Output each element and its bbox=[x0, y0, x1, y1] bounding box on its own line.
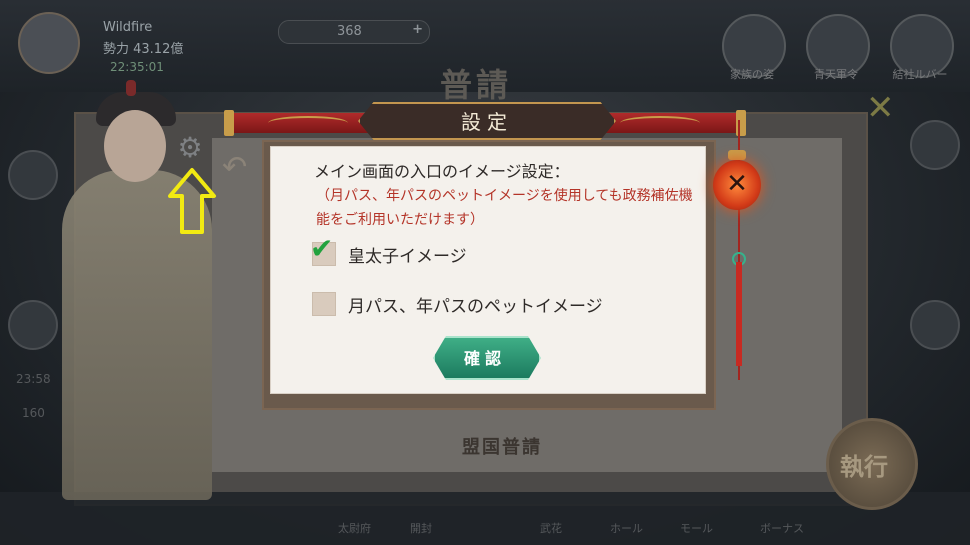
banner-ornament-left bbox=[268, 116, 348, 130]
banner-rod-cap-left bbox=[224, 110, 234, 136]
lantern-tassel bbox=[736, 262, 742, 366]
character-head bbox=[104, 110, 166, 182]
player-avatar[interactable] bbox=[18, 12, 80, 74]
add-gold-button[interactable]: + bbox=[412, 22, 423, 37]
player-power: 勢力 43.12億 bbox=[103, 42, 184, 57]
gear-icon[interactable]: ⚙ bbox=[176, 134, 204, 162]
execute-label: 執行 bbox=[840, 452, 888, 481]
side-value-1: 23:58 bbox=[16, 372, 51, 386]
side-icon-4[interactable] bbox=[910, 300, 960, 350]
confirm-button-label: 確認 bbox=[463, 349, 506, 368]
up-arrow-icon bbox=[168, 168, 216, 234]
player-name: Wildfire bbox=[103, 20, 153, 35]
side-icon-3[interactable] bbox=[910, 120, 960, 170]
option-prince-image[interactable]: ✔ 皇太子イメージ bbox=[310, 232, 612, 268]
gold-counter: 368 + bbox=[278, 20, 430, 44]
character-hat-plume bbox=[126, 80, 136, 96]
setting-note: （月パス、年パスのペットイメージを使用しても政務補佐機能をご利用いただけます） bbox=[316, 188, 693, 228]
gold-value: 368 bbox=[337, 24, 362, 39]
screen-title: 普請 bbox=[440, 66, 513, 104]
background-close-icon[interactable]: ✕ bbox=[866, 88, 895, 128]
player-timer: 22:35:01 bbox=[110, 60, 164, 74]
underlying-window-footer: 盟国普請 bbox=[462, 437, 542, 458]
option-pet-label: 月パス、年パスのペットイメージ bbox=[348, 297, 603, 317]
bottom-label-2[interactable]: 開封 bbox=[410, 520, 432, 536]
option-pet-checkbox[interactable] bbox=[312, 292, 336, 316]
close-icon[interactable]: ✕ bbox=[713, 166, 761, 202]
top-menu-label-2: 青天軍令 bbox=[814, 68, 858, 81]
undo-icon[interactable]: ↶ bbox=[222, 150, 247, 185]
banner-ornament-right bbox=[620, 116, 700, 130]
top-menu-label-1: 家族の姿 bbox=[730, 68, 774, 81]
option-prince-label: 皇太子イメージ bbox=[348, 247, 467, 267]
checkmark-icon: ✔ bbox=[310, 232, 334, 265]
lantern-cap bbox=[728, 150, 746, 160]
bottom-label-5[interactable]: モール bbox=[680, 520, 713, 536]
top-menu-label-3: 結社ルバー bbox=[892, 68, 948, 81]
setting-heading: メイン画面の入口のイメージ設定： bbox=[314, 162, 570, 181]
dialog-title: 設定 bbox=[461, 110, 513, 134]
bottom-label-1[interactable]: 太尉府 bbox=[338, 520, 371, 536]
side-value-2: 160 bbox=[22, 406, 45, 420]
side-icon-2[interactable] bbox=[8, 300, 58, 350]
bottom-label-3[interactable]: 武花 bbox=[540, 520, 562, 536]
bottom-label-6[interactable]: ボーナス bbox=[760, 520, 804, 536]
side-icon-1[interactable] bbox=[8, 150, 58, 200]
option-pet-image[interactable]: 月パス、年パスのペットイメージ bbox=[312, 292, 642, 318]
bottom-label-4[interactable]: ホール bbox=[610, 520, 643, 536]
